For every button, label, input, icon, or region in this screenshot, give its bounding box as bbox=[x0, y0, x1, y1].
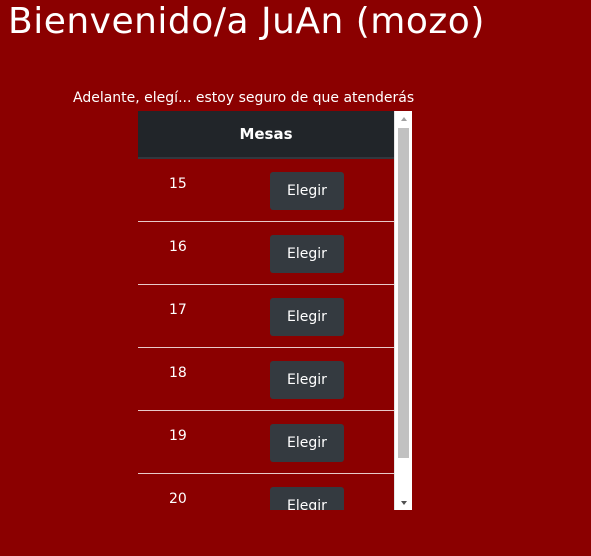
scroll-thumb[interactable] bbox=[398, 128, 409, 458]
chevron-down-icon bbox=[400, 500, 407, 505]
table-row: 15 Elegir bbox=[138, 159, 394, 222]
table-number: 16 bbox=[169, 239, 187, 255]
table-number: 17 bbox=[169, 302, 187, 318]
choose-button[interactable]: Elegir bbox=[270, 424, 344, 462]
scroll-down-button[interactable] bbox=[395, 495, 412, 510]
tables-table: Mesas 15 Elegir 16 Elegir 17 Elegir 18 E… bbox=[138, 111, 394, 510]
table-number: 18 bbox=[169, 365, 187, 381]
table-header: Mesas bbox=[138, 111, 394, 159]
scroll-up-button[interactable] bbox=[395, 111, 412, 126]
choose-button[interactable]: Elegir bbox=[270, 235, 344, 273]
tables-list: Mesas 15 Elegir 16 Elegir 17 Elegir 18 E… bbox=[138, 111, 412, 510]
choose-button[interactable]: Elegir bbox=[270, 298, 344, 336]
chevron-up-icon bbox=[400, 116, 407, 121]
table-row: 20 Elegir bbox=[138, 474, 394, 510]
vertical-scrollbar[interactable] bbox=[394, 111, 412, 510]
table-row: 17 Elegir bbox=[138, 285, 394, 348]
choose-button[interactable]: Elegir bbox=[270, 361, 344, 399]
table-number: 19 bbox=[169, 428, 187, 444]
table-row: 16 Elegir bbox=[138, 222, 394, 285]
table-number: 20 bbox=[169, 491, 187, 507]
table-number: 15 bbox=[169, 176, 187, 192]
page-subtitle: Adelante, elegí... estoy seguro de que a… bbox=[73, 90, 415, 106]
choose-button[interactable]: Elegir bbox=[270, 487, 344, 510]
table-row: 18 Elegir bbox=[138, 348, 394, 411]
column-header-mesas: Mesas bbox=[239, 125, 293, 143]
page-title: Bienvenido/a JuAn (mozo) bbox=[8, 1, 485, 42]
table-row: 19 Elegir bbox=[138, 411, 394, 474]
choose-button[interactable]: Elegir bbox=[270, 172, 344, 210]
